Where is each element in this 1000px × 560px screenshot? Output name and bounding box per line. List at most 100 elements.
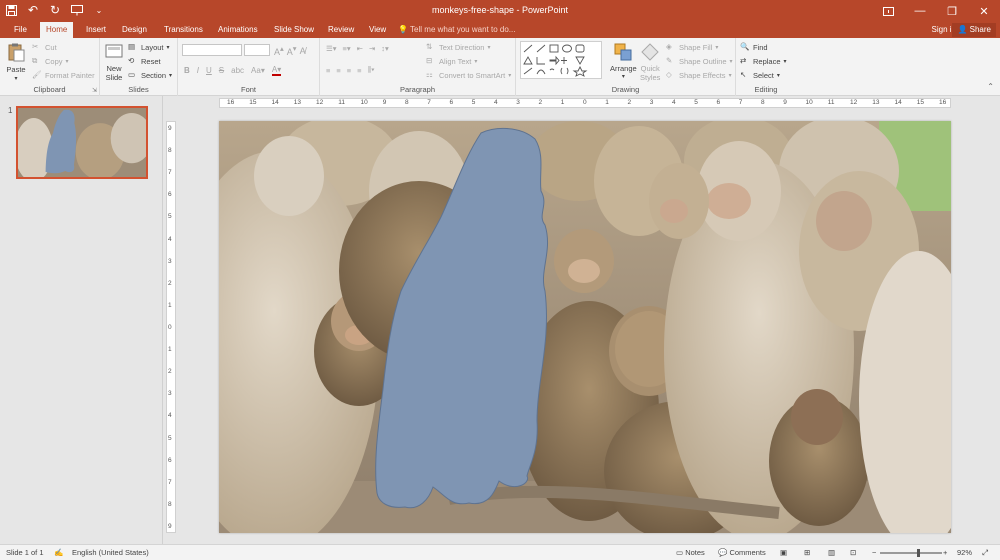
ruler-tick-label: 13: [872, 99, 880, 106]
ribbon-tabs: File Home Insert Design Transitions Anim…: [0, 22, 1000, 38]
align-text-button[interactable]: ⊟ Align Text ▾: [426, 56, 477, 66]
bold-icon[interactable]: B: [184, 66, 190, 75]
strikethrough-icon[interactable]: S: [219, 66, 224, 75]
reading-view-icon[interactable]: ▥: [828, 548, 835, 557]
notes-button[interactable]: ▭ Notes: [676, 548, 705, 557]
ruler-tick-label: 1: [605, 99, 609, 106]
clipboard-group-label: Clipboard: [33, 85, 66, 94]
copy-button[interactable]: ⧉ Copy ▾: [32, 56, 69, 66]
zoom-slider[interactable]: [880, 549, 942, 557]
reset-button[interactable]: ⟲ Reset: [128, 56, 161, 66]
ribbon-home: Paste ▾ ✂ Cut ⧉ Copy ▾ 🖌 Format Painter …: [0, 38, 1000, 96]
comments-button[interactable]: 💬 Comments: [718, 548, 766, 557]
tab-home[interactable]: Home: [40, 22, 74, 38]
zoom-in-icon[interactable]: +: [943, 548, 947, 557]
dialog-launcher-icon[interactable]: ⇲: [92, 87, 97, 94]
font-color-icon[interactable]: A▾: [271, 65, 282, 76]
select-button[interactable]: ↖ Select ▾: [740, 70, 780, 80]
align-left-icon[interactable]: ≡: [326, 66, 330, 75]
tab-slide-show[interactable]: Slide Show: [268, 22, 320, 38]
slide-thumbnail[interactable]: [16, 106, 148, 179]
text-direction-button[interactable]: ⇅ Text Direction ▾: [426, 42, 490, 52]
tab-insert[interactable]: Insert: [80, 22, 112, 38]
shape-outline-button[interactable]: ✎ Shape Outline ▾: [666, 56, 733, 66]
spelling-icon[interactable]: ✍: [54, 548, 63, 557]
section-label: Section: [141, 70, 167, 80]
ruler-tick-label: 9: [168, 523, 172, 530]
shape-fill-button[interactable]: ◈ Shape Fill ▾: [666, 42, 718, 52]
tab-animations[interactable]: Animations: [212, 22, 264, 38]
replace-label: Replace: [753, 56, 781, 66]
new-slide-button[interactable]: New Slide: [104, 42, 124, 82]
line-spacing-icon[interactable]: ↕▾: [381, 44, 389, 53]
language-indicator[interactable]: English (United States): [72, 548, 149, 557]
ruler-tick-label: 4: [168, 235, 172, 243]
italic-icon[interactable]: I: [197, 66, 199, 75]
fit-to-window-icon[interactable]: ⤢: [982, 548, 988, 558]
font-name-combobox[interactable]: [182, 44, 242, 56]
shapes-gallery[interactable]: [520, 41, 602, 79]
tab-review[interactable]: Review: [322, 22, 360, 38]
ribbon-display-options-icon[interactable]: [872, 0, 904, 22]
zoom-out-icon[interactable]: −: [872, 548, 876, 557]
tab-transitions[interactable]: Transitions: [158, 22, 209, 38]
cut-button[interactable]: ✂ Cut: [32, 42, 57, 52]
tab-design[interactable]: Design: [116, 22, 153, 38]
shape-effects-label: Shape Effects: [679, 70, 726, 80]
slideshow-view-icon[interactable]: ⊡: [850, 548, 856, 557]
normal-view-icon[interactable]: ▣: [780, 548, 787, 557]
align-text-icon: ⊟: [426, 56, 433, 65]
zoom-level[interactable]: 92%: [957, 548, 972, 557]
grow-font-icon[interactable]: A▴: [274, 44, 284, 57]
ruler-tick-label: 0: [168, 324, 172, 331]
arrange-button[interactable]: Arrange ▾: [610, 42, 637, 80]
align-right-icon[interactable]: ≡: [347, 66, 351, 75]
quick-styles-button[interactable]: Quick Styles: [640, 42, 660, 82]
change-case-icon[interactable]: Aa▾: [251, 66, 265, 75]
shrink-font-icon[interactable]: A▾: [287, 44, 297, 57]
layout-button[interactable]: ▤ Layout ▾: [128, 42, 170, 52]
close-icon[interactable]: ✕: [968, 0, 1000, 22]
find-button[interactable]: 🔍 Find: [740, 42, 768, 52]
restore-icon[interactable]: ❐: [936, 0, 968, 22]
slide-counter: Slide 1 of 1: [6, 548, 44, 557]
tab-view[interactable]: View: [363, 22, 392, 38]
collapse-ribbon-icon[interactable]: ⌃: [987, 82, 994, 91]
font-size-combobox[interactable]: [244, 44, 270, 56]
ruler-tick-label: 11: [338, 99, 345, 106]
ruler-tick-label: 9: [168, 125, 172, 132]
ruler-tick-label: 3: [516, 99, 520, 106]
ruler-tick-label: 1: [168, 301, 172, 309]
increase-indent-icon[interactable]: ⇥: [369, 44, 375, 53]
underline-icon[interactable]: U: [206, 66, 212, 75]
align-center-icon[interactable]: ≡: [336, 66, 340, 75]
shape-effects-button[interactable]: ◇ Shape Effects ▾: [666, 70, 732, 80]
scissors-icon: ✂: [32, 42, 39, 51]
character-spacing-icon[interactable]: abc: [231, 66, 244, 75]
share-button[interactable]: 👤 Share: [952, 23, 996, 37]
format-painter-button[interactable]: 🖌 Format Painter: [32, 70, 95, 80]
slide-sorter-icon[interactable]: ⊞: [804, 548, 810, 557]
justify-icon[interactable]: ≡: [357, 66, 361, 75]
replace-button[interactable]: ⇄ Replace ▾: [740, 56, 787, 66]
slide-number: 1: [8, 106, 13, 115]
decrease-indent-icon[interactable]: ⇤: [357, 44, 363, 53]
vertical-ruler: 9 8 7 6 5 4 3 2 1 0 1 2 3 4 5 6 7 8 9: [166, 121, 176, 533]
slide-canvas[interactable]: [219, 121, 951, 533]
tab-file[interactable]: File: [8, 22, 33, 38]
section-button[interactable]: ▭ Section ▾: [128, 70, 172, 80]
group-clipboard: Paste ▾ ✂ Cut ⧉ Copy ▾ 🖌 Format Painter …: [0, 38, 100, 96]
zoom-slider-thumb[interactable]: [917, 549, 920, 557]
tell-me-box[interactable]: 💡 Tell me what you want to do...: [398, 22, 515, 38]
ruler-tick-label: 7: [738, 99, 743, 106]
paste-button[interactable]: Paste ▾: [6, 42, 26, 82]
columns-icon[interactable]: ⫼▾: [368, 65, 375, 75]
shapes-gallery-icons: [523, 44, 588, 77]
ruler-tick-label: 6: [168, 456, 172, 464]
cut-label: Cut: [45, 42, 57, 52]
bullets-icon[interactable]: ☰▾: [326, 44, 337, 53]
convert-smartart-button[interactable]: ⚏ Convert to SmartArt ▾: [426, 70, 511, 80]
numbering-icon[interactable]: ≡▾: [343, 44, 351, 53]
minimize-icon[interactable]: —: [904, 0, 936, 22]
clear-formatting-icon[interactable]: A̸: [300, 46, 306, 56]
